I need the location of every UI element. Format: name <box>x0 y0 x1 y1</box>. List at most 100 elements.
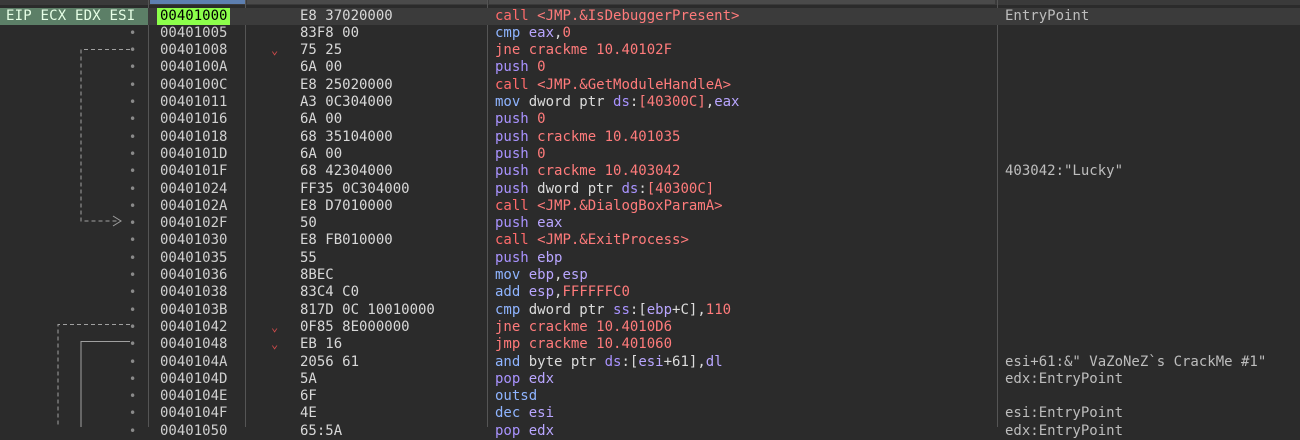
bytes-cell[interactable]: 6A 00 <box>300 59 342 76</box>
breakpoint-dot-icon[interactable]: • <box>129 284 136 301</box>
disassembly-cell[interactable]: call <JMP.&IsDebuggerPresent> <box>495 8 739 25</box>
comment-cell[interactable]: EntryPoint <box>1005 8 1089 25</box>
address-cell[interactable]: 0040100A <box>160 59 227 76</box>
disassembly-cell[interactable]: jne crackme 10.40102F <box>495 42 672 59</box>
breakpoint-dot-icon[interactable]: • <box>129 423 136 440</box>
bytes-cell[interactable]: 68 35104000 <box>300 129 393 146</box>
disassembly-cell[interactable]: dec esi <box>495 405 554 422</box>
disassembly-cell[interactable]: pop edx <box>495 423 554 440</box>
bytes-cell[interactable]: 50 <box>300 215 317 232</box>
disassembly-cell[interactable]: cmp eax,0 <box>495 25 571 42</box>
comment-cell[interactable]: esi+61:&" VaZoNeZ`s CrackMe #1" <box>1005 354 1266 371</box>
bytes-cell[interactable]: 6F <box>300 388 317 405</box>
bytes-cell[interactable]: E8 FB010000 <box>300 232 393 249</box>
disassembly-cell[interactable]: call <JMP.&GetModuleHandleA> <box>495 77 731 94</box>
bytes-cell[interactable]: 65:5A <box>300 423 342 440</box>
breakpoint-dot-icon[interactable]: • <box>129 198 136 215</box>
breakpoint-dot-icon[interactable]: • <box>129 146 136 163</box>
disasm-row[interactable]: • 0040104F 4E dec esi esi:EntryPoint <box>0 405 1300 422</box>
disassembly-cell[interactable]: jmp crackme 10.401060 <box>495 336 672 353</box>
address-cell[interactable]: 0040101F <box>160 163 227 180</box>
bytes-cell[interactable]: 83C4 C0 <box>300 284 359 301</box>
disasm-row[interactable]: • 0040102F 50 push eax <box>0 215 1300 232</box>
disassembly-cell[interactable]: push dword ptr ds:[40300C] <box>495 181 714 198</box>
breakpoint-dot-icon[interactable]: • <box>129 371 136 388</box>
disassembly-cell[interactable]: push crackme 10.403042 <box>495 163 680 180</box>
bytes-cell[interactable]: 817D 0C 10010000 <box>300 302 435 319</box>
disasm-row[interactable]: • 0040101F 68 42304000 push crackme 10.4030… <box>0 163 1300 180</box>
breakpoint-dot-icon[interactable]: • <box>129 267 136 284</box>
disassembly-cell[interactable]: cmp dword ptr ss:[ebp+C],110 <box>495 302 731 319</box>
address-cell[interactable]: 00401035 <box>160 250 227 267</box>
bytes-cell[interactable]: 5A <box>300 371 317 388</box>
disassembly-cell[interactable]: push 0 <box>495 146 546 163</box>
breakpoint-dot-icon[interactable]: • <box>129 232 136 249</box>
address-cell[interactable]: 00401024 <box>160 181 227 198</box>
disasm-row[interactable]: • 00401042 ⌄ 0F85 8E000000 jne crackme 10.40… <box>0 319 1300 336</box>
bytes-cell[interactable]: 4E <box>300 405 317 422</box>
disassembly-cell[interactable]: pop edx <box>495 371 554 388</box>
address-cell[interactable]: 0040104E <box>160 388 227 405</box>
disassembly-view[interactable]: EIP ECX EDX ESI 00401000 E8 37020000 call <… <box>0 0 1300 439</box>
breakpoint-dot-icon[interactable]: • <box>129 163 136 180</box>
disassembly-cell[interactable]: push 0 <box>495 111 546 128</box>
bytes-cell[interactable]: 0F85 8E000000 <box>300 319 410 336</box>
breakpoint-dot-icon[interactable]: • <box>129 42 136 59</box>
disasm-row[interactable]: • 00401018 68 35104000 push crackme 10.4010… <box>0 129 1300 146</box>
disassembly-cell[interactable]: mov dword ptr ds:[40300C],eax <box>495 94 740 111</box>
bytes-cell[interactable]: EB 16 <box>300 336 342 353</box>
bytes-cell[interactable]: E8 25020000 <box>300 77 393 94</box>
address-cell[interactable]: 0040104A <box>160 354 227 371</box>
disasm-row[interactable]: • 00401050 65:5A pop edx edx:EntryPoint <box>0 423 1300 440</box>
disasm-row[interactable]: • 00401036 8BEC mov ebp,esp <box>0 267 1300 284</box>
address-cell[interactable]: 00401038 <box>160 284 227 301</box>
bytes-cell[interactable]: 8BEC <box>300 267 334 284</box>
address-cell[interactable]: 00401048 <box>160 336 227 353</box>
disasm-row[interactable]: • 00401011 A3 0C304000 mov dword ptr ds:[40… <box>0 94 1300 111</box>
address-cell[interactable]: 00401005 <box>160 25 227 42</box>
disassembly-cell[interactable]: call <JMP.&DialogBoxParamA> <box>495 198 723 215</box>
disasm-row[interactable]: • 0040103B 817D 0C 10010000 cmp dword ptr s… <box>0 302 1300 319</box>
address-cell[interactable]: 0040102F <box>160 215 227 232</box>
address-cell[interactable]: 0040104D <box>160 371 227 388</box>
breakpoint-dot-icon[interactable]: • <box>129 388 136 405</box>
breakpoint-dot-icon[interactable]: • <box>129 215 136 232</box>
breakpoint-dot-icon[interactable]: • <box>129 319 136 336</box>
breakpoint-dot-icon[interactable]: • <box>129 129 136 146</box>
disassembly-cell[interactable]: push 0 <box>495 59 546 76</box>
breakpoint-dot-icon[interactable]: • <box>129 181 136 198</box>
comment-cell[interactable]: esi:EntryPoint <box>1005 405 1123 422</box>
disasm-row[interactable]: • 0040104E 6F outsd <box>0 388 1300 405</box>
breakpoint-dot-icon[interactable]: • <box>129 354 136 371</box>
disasm-row[interactable]: • 0040104D 5A pop edx edx:EntryPoint <box>0 371 1300 388</box>
bytes-cell[interactable]: 2056 61 <box>300 354 359 371</box>
bytes-cell[interactable]: 68 42304000 <box>300 163 393 180</box>
disasm-row[interactable]: • 0040104A 2056 61 and byte ptr ds:[esi+61]… <box>0 354 1300 371</box>
disassembly-cell[interactable]: call <JMP.&ExitProcess> <box>495 232 689 249</box>
bytes-cell[interactable]: E8 37020000 <box>300 8 393 25</box>
address-cell[interactable]: 0040101D <box>160 146 227 163</box>
disasm-row[interactable]: • 00401005 83F8 00 cmp eax,0 <box>0 25 1300 42</box>
disasm-row[interactable]: EIP ECX EDX ESI 00401000 E8 37020000 call <… <box>0 7 1300 25</box>
bytes-cell[interactable]: FF35 0C304000 <box>300 181 410 198</box>
bytes-cell[interactable]: 83F8 00 <box>300 25 359 42</box>
address-cell[interactable]: 00401016 <box>160 111 227 128</box>
comment-cell[interactable]: 403042:"Lucky" <box>1005 163 1123 180</box>
comment-cell[interactable]: edx:EntryPoint <box>1005 371 1123 388</box>
disassembly-cell[interactable]: push crackme 10.401035 <box>495 129 680 146</box>
address-cell[interactable]: 00401008 <box>160 42 227 59</box>
disassembly-cell[interactable]: and byte ptr ds:[esi+61],dl <box>495 354 723 371</box>
breakpoint-dot-icon[interactable]: • <box>129 405 136 422</box>
address-cell[interactable]: 00401042 <box>160 319 227 336</box>
breakpoint-dot-icon[interactable]: • <box>129 250 136 267</box>
disasm-row[interactable]: • 0040100A 6A 00 push 0 <box>0 59 1300 76</box>
address-cell[interactable]: 00401000 <box>157 7 231 25</box>
disassembly-cell[interactable]: outsd <box>495 388 537 405</box>
disassembly-cell[interactable]: add esp,FFFFFFC0 <box>495 284 630 301</box>
disassembly-cell[interactable]: push eax <box>495 215 562 232</box>
disassembly-cell[interactable]: push ebp <box>495 250 562 267</box>
breakpoint-dot-icon[interactable]: • <box>129 111 136 128</box>
disasm-row[interactable]: • 0040101D 6A 00 push 0 <box>0 146 1300 163</box>
disasm-row[interactable]: • 00401024 FF35 0C304000 push dword ptr ds:… <box>0 181 1300 198</box>
disasm-row[interactable]: • 0040100C E8 25020000 call <JMP.&GetModule… <box>0 77 1300 94</box>
